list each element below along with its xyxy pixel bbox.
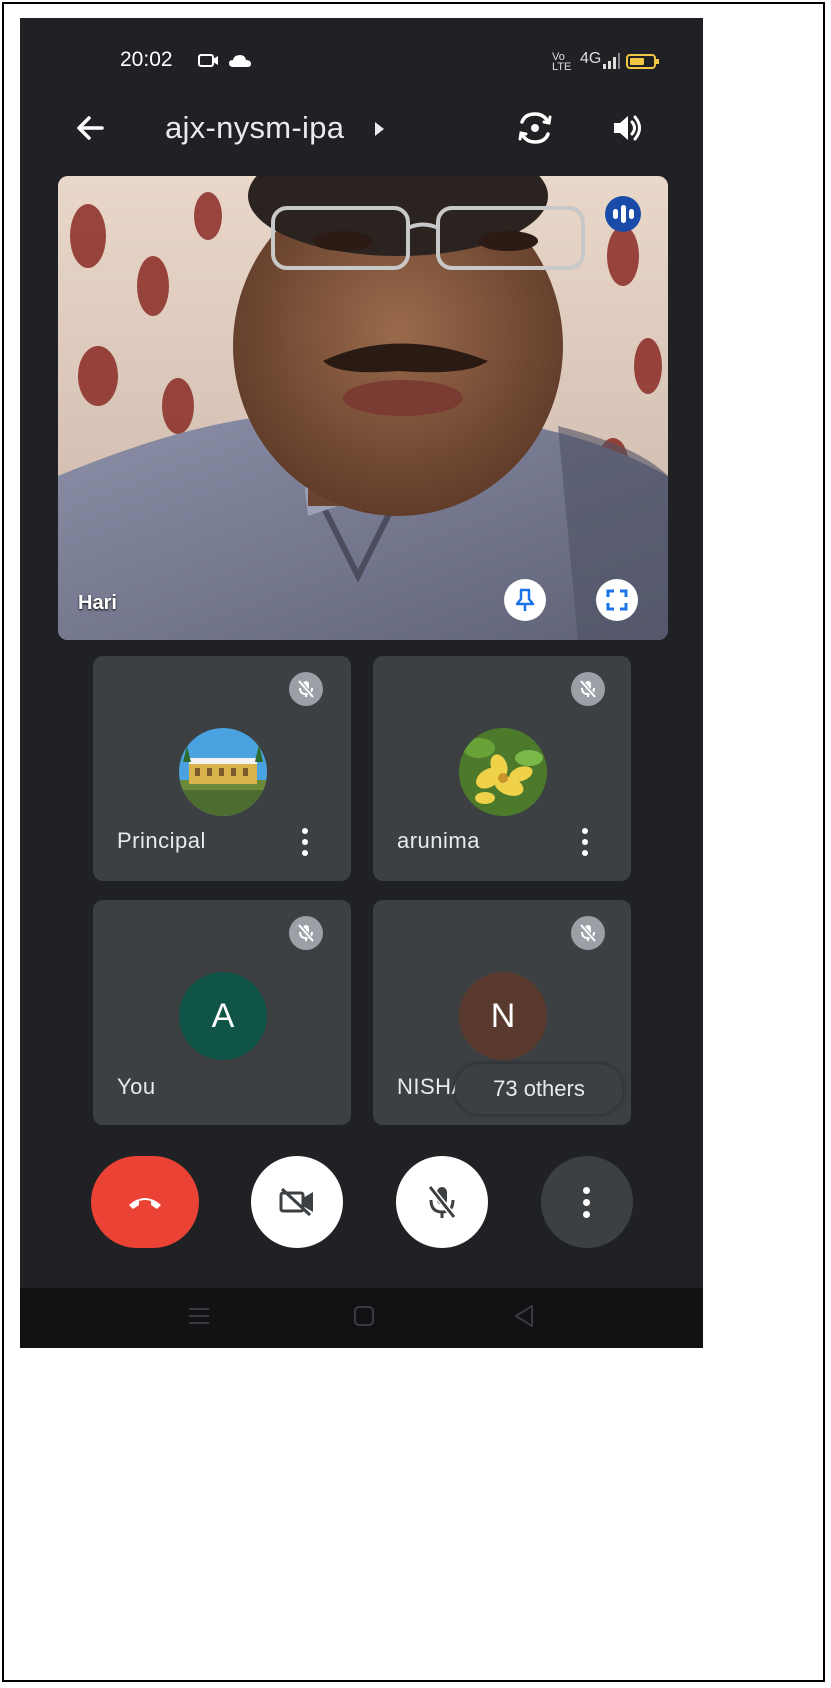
microphone-toggle-button[interactable] — [396, 1156, 488, 1248]
mic-off-icon — [579, 923, 597, 943]
fullscreen-button[interactable] — [596, 579, 638, 621]
avatar-initial: N — [490, 996, 516, 1035]
flip-camera-icon[interactable] — [515, 108, 555, 148]
status-bar: 20:02 Vo LTE 4G — [20, 48, 703, 78]
cast-icon — [198, 54, 218, 67]
participant-name: You — [117, 1074, 156, 1099]
speaker-icon[interactable] — [610, 110, 646, 146]
mic-off-indicator — [571, 916, 605, 950]
meeting-details-chevron-icon[interactable] — [375, 122, 384, 136]
more-vert-icon — [583, 1186, 591, 1218]
more-options-button[interactable] — [541, 1156, 633, 1248]
home-icon[interactable] — [350, 1302, 378, 1330]
participant-tile-self[interactable]: A You — [93, 900, 351, 1125]
volte-label: Vo LTE — [552, 51, 572, 73]
participant-name: arunima — [397, 828, 480, 853]
avatar-initial: A — [211, 996, 235, 1035]
audio-level-icon — [605, 196, 641, 232]
back-arrow-icon[interactable] — [70, 108, 110, 148]
participant-name: Principal — [117, 828, 206, 853]
mic-off-icon — [297, 923, 315, 943]
others-count-badge[interactable]: 73 others — [455, 1064, 623, 1114]
more-vert-icon[interactable] — [581, 828, 589, 860]
camera-toggle-button[interactable] — [251, 1156, 343, 1248]
mic-off-icon — [297, 679, 315, 699]
status-time: 20:02 — [120, 48, 173, 71]
camera-off-icon — [279, 1187, 313, 1217]
end-call-icon — [129, 1198, 161, 1209]
mic-off-icon — [427, 1185, 457, 1219]
meet-call-screen: 20:02 Vo LTE 4G ajx-nysm-ipa Hari Princi… — [20, 18, 703, 1348]
avatar: N — [459, 972, 547, 1060]
recents-menu-icon[interactable] — [185, 1302, 213, 1330]
pin-button[interactable] — [504, 579, 546, 621]
avatar-flower-photo — [459, 728, 547, 816]
fullscreen-icon — [606, 589, 628, 611]
pin-icon — [515, 588, 535, 611]
participant-tile[interactable]: arunima — [373, 656, 631, 881]
meeting-code[interactable]: ajx-nysm-ipa — [165, 110, 344, 146]
avatar — [459, 728, 547, 816]
signal-bars-icon — [603, 53, 620, 69]
main-speaker-video[interactable] — [58, 176, 668, 640]
more-vert-icon[interactable] — [301, 828, 309, 860]
nav-back-icon[interactable] — [510, 1302, 538, 1330]
mic-off-indicator — [289, 916, 323, 950]
cloud-icon — [229, 55, 251, 67]
mic-off-indicator — [289, 672, 323, 706]
mic-off-indicator — [571, 672, 605, 706]
battery-icon — [626, 54, 659, 69]
avatar: A — [179, 972, 267, 1060]
end-call-button[interactable] — [91, 1156, 199, 1248]
system-navigation-bar — [20, 1288, 703, 1348]
mic-off-icon — [579, 679, 597, 699]
call-header: ajx-nysm-ipa — [20, 108, 703, 158]
speaker-video-frame — [58, 176, 668, 640]
avatar — [179, 728, 267, 816]
participant-tile[interactable]: Principal — [93, 656, 351, 881]
main-speaker-name: Hari — [78, 592, 117, 614]
avatar-building-photo — [179, 728, 267, 816]
signal-label: 4G — [580, 50, 602, 67]
